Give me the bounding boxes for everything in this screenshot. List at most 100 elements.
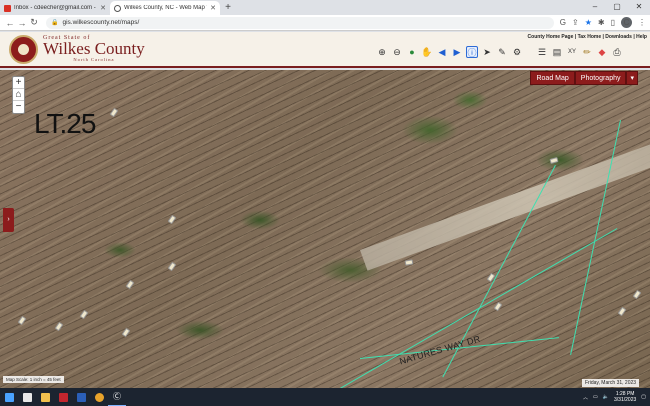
tab-gmail[interactable]: Inbox - cdeecher@gmail.com - G ✕ <box>0 1 110 15</box>
parcel-boundary <box>570 120 621 355</box>
link-downloads[interactable]: Downloads <box>605 34 632 40</box>
word-icon[interactable] <box>72 388 90 406</box>
basemap-switcher: Road Map Photography ▾ <box>530 71 638 85</box>
clock-date: 3/31/2023 <box>614 397 637 403</box>
windows-taskbar: Ⓒ ︿ ▭ 🔈 1:28 PM 3/31/2023 ▢ <box>0 388 650 406</box>
window-controls: – ▢ ✕ <box>584 0 650 14</box>
link-county-home[interactable]: County Home Page <box>528 34 574 40</box>
measure-pencil-icon[interactable]: ✎ <box>496 46 508 58</box>
google-icon[interactable]: G <box>560 18 566 27</box>
close-window-icon[interactable]: ✕ <box>628 0 650 14</box>
map-marker <box>17 315 27 326</box>
map-marker <box>109 107 119 118</box>
volume-icon[interactable]: 🔈 <box>603 394 609 400</box>
road-map-button[interactable]: Road Map <box>530 71 575 85</box>
map-marker <box>54 321 64 332</box>
new-tab-button[interactable]: + <box>222 2 234 14</box>
extensions-icon[interactable]: ✱ <box>598 18 605 27</box>
link-help[interactable]: Help <box>636 34 647 40</box>
xy-coordinate-icon[interactable]: XY <box>566 46 578 58</box>
close-icon[interactable]: ✕ <box>210 4 216 12</box>
browser-tab-strip: Inbox - cdeecher@gmail.com - G ✕ Wilkes … <box>0 0 650 15</box>
road-surface <box>360 126 650 271</box>
sidepanel-icon[interactable]: ▯ <box>611 18 615 27</box>
quicken-icon[interactable] <box>54 388 72 406</box>
zoom-in-button[interactable]: + <box>13 77 24 89</box>
map-layers-stack-icon[interactable]: ▤ <box>551 46 563 58</box>
tab-wilkes-map[interactable]: Wilkes County, NC - Web Map V ✕ <box>110 1 220 15</box>
settings-gear-icon[interactable]: ⚙ <box>511 46 523 58</box>
photography-button[interactable]: Photography <box>574 71 627 85</box>
windows-start-icon[interactable] <box>0 388 18 406</box>
site-header: Great State of Wilkes County North Carol… <box>0 32 650 68</box>
notification-icon[interactable]: ▢ <box>641 394 646 400</box>
map-marker <box>404 259 414 266</box>
map-date: Friday, March 31, 2023 <box>582 379 640 387</box>
network-icon[interactable]: ▭ <box>593 394 598 400</box>
county-seal-logo <box>9 35 38 64</box>
tray-chevron-icon[interactable]: ︿ <box>583 394 588 401</box>
map-viewport[interactable]: LT.25 NATURES WAY DR + ⌂ − › Road Map Ph… <box>0 70 650 388</box>
zoom-out-icon[interactable]: ⊖ <box>391 46 403 58</box>
forward-icon[interactable]: → <box>16 18 28 28</box>
tab-title: Wilkes County, NC - Web Map V <box>124 5 208 11</box>
map-marker <box>121 327 131 338</box>
url-text: gis.wilkescounty.net/maps/ <box>62 19 140 26</box>
chevron-down-icon[interactable]: ▾ <box>626 71 638 85</box>
select-arrow-icon[interactable]: ➤ <box>481 46 493 58</box>
browser-toolbar: ← → ↻ 🔒 gis.wilkescounty.net/maps/ G ⇪ ★… <box>0 15 650 31</box>
lock-icon: 🔒 <box>51 20 59 26</box>
brand-county: Wilkes County <box>43 39 145 58</box>
map-marker <box>167 214 177 225</box>
calendar-icon[interactable] <box>18 388 36 406</box>
file-explorer-icon[interactable] <box>36 388 54 406</box>
map-marker <box>549 157 559 164</box>
map-marker <box>632 289 642 300</box>
star-icon[interactable]: ★ <box>585 18 592 27</box>
previous-extent-icon[interactable]: ◀ <box>436 46 448 58</box>
zoom-in-icon[interactable]: ⊕ <box>376 46 388 58</box>
menu-icon[interactable]: ⋮ <box>638 18 646 27</box>
next-extent-icon[interactable]: ▶ <box>451 46 463 58</box>
share-icon[interactable]: ⇪ <box>572 18 579 27</box>
layers-icon[interactable]: ☰ <box>536 46 548 58</box>
print-icon[interactable]: ⎙ <box>611 46 623 58</box>
header-links: County Home Page | Tax Home | Downloads … <box>527 34 647 40</box>
system-tray: ︿ ▭ 🔈 1:28 PM 3/31/2023 ▢ <box>583 388 650 406</box>
map-marker <box>125 279 135 290</box>
tab-title: Inbox - cdeecher@gmail.com - G <box>14 5 98 11</box>
map-scale: Map Scale: 1 inch = 45 feet <box>3 376 64 383</box>
road-label: NATURES WAY DR <box>398 333 482 367</box>
chrome-icon[interactable] <box>90 388 108 406</box>
map-marker <box>493 301 503 312</box>
link-tax-home[interactable]: Tax Home <box>578 34 602 40</box>
minimize-icon[interactable]: – <box>584 0 606 14</box>
maximize-icon[interactable]: ▢ <box>606 0 628 14</box>
full-extent-globe-icon[interactable]: ● <box>406 46 418 58</box>
map-marker <box>617 306 627 317</box>
map-tools-left: ⊕ ⊖ ● ✋ ◀ ▶ ⓘ ➤ ✎ ⚙ <box>376 46 523 58</box>
globe-icon <box>114 4 121 12</box>
toolbar-icons: G ⇪ ★ ✱ ▯ C ⋮ <box>560 17 646 28</box>
gmail-icon <box>4 4 11 12</box>
close-icon[interactable]: ✕ <box>100 4 106 12</box>
map-marker <box>167 261 177 272</box>
identify-info-icon[interactable]: ⓘ <box>466 46 478 58</box>
taskbar-clock[interactable]: 1:28 PM 3/31/2023 <box>614 391 636 403</box>
zoom-out-button[interactable]: − <box>13 101 24 113</box>
draw-pen-icon[interactable]: ✏ <box>581 46 593 58</box>
eraser-icon[interactable]: ◆ <box>596 46 608 58</box>
c-app-icon[interactable]: Ⓒ <box>108 388 126 406</box>
map-marker <box>79 309 89 320</box>
lot-label: LT.25 <box>34 108 96 139</box>
map-tools-right: ☰ ▤ XY ✏ ◆ ⎙ <box>536 46 623 58</box>
zoom-control: + ⌂ − <box>12 76 25 114</box>
reload-icon[interactable]: ↻ <box>28 17 40 28</box>
site-brand: Great State of Wilkes County North Carol… <box>43 35 145 62</box>
side-panel-toggle[interactable]: › <box>3 208 14 232</box>
profile-avatar[interactable]: C <box>621 17 632 28</box>
back-icon[interactable]: ← <box>4 18 16 28</box>
address-bar[interactable]: 🔒 gis.wilkescounty.net/maps/ <box>46 16 554 29</box>
pan-hand-icon[interactable]: ✋ <box>421 46 433 58</box>
home-button[interactable]: ⌂ <box>13 89 24 101</box>
